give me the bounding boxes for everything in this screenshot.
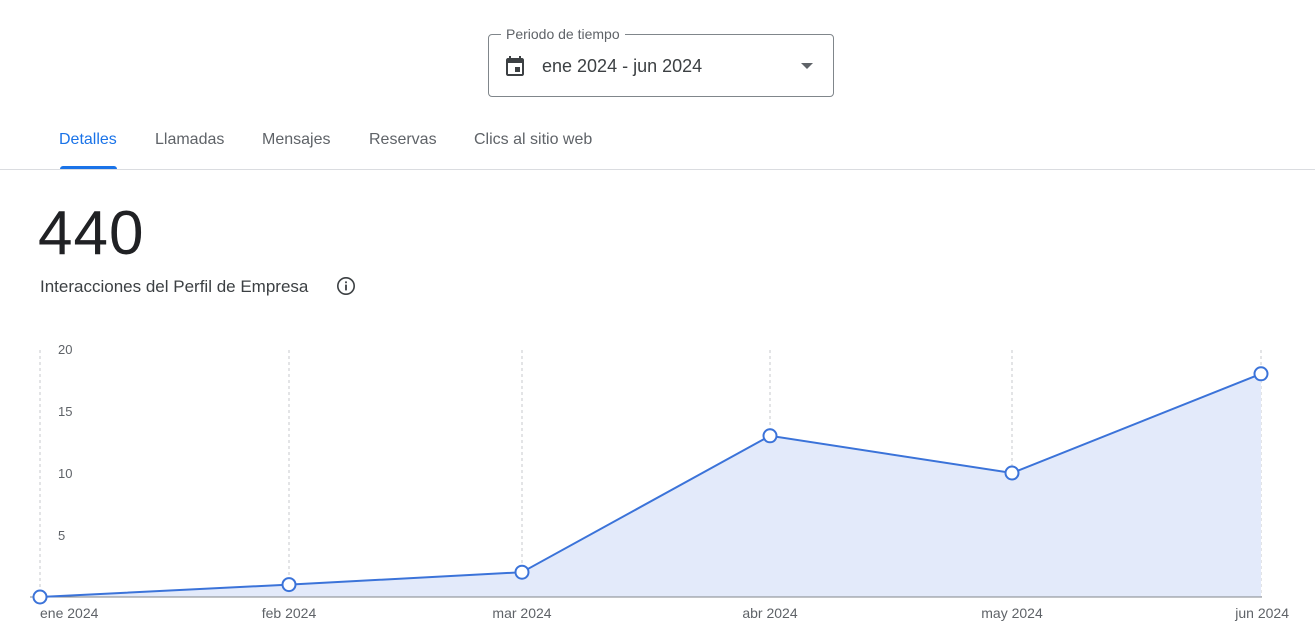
tab-clics-sitio-web[interactable]: Clics al sitio web bbox=[474, 130, 592, 150]
insights-page: Periodo de tiempo ene 2024 - jun 2024 De… bbox=[0, 0, 1315, 633]
x-tick-label: mar 2024 bbox=[492, 605, 551, 621]
x-tick-label: ene 2024 bbox=[40, 605, 99, 621]
tab-llamadas[interactable]: Llamadas bbox=[155, 130, 224, 150]
metric-label: Interacciones del Perfil de Empresa bbox=[40, 277, 309, 296]
y-tick-label: 15 bbox=[58, 404, 72, 419]
x-tick-label: feb 2024 bbox=[262, 605, 317, 621]
data-point bbox=[32, 589, 48, 605]
period-selector[interactable]: Periodo de tiempo ene 2024 - jun 2024 bbox=[488, 26, 834, 97]
chevron-down-icon bbox=[801, 63, 813, 69]
total-interactions-value: 440 bbox=[38, 199, 145, 268]
active-tab-indicator bbox=[60, 166, 117, 169]
data-point bbox=[1004, 465, 1020, 481]
tab-mensajes[interactable]: Mensajes bbox=[262, 130, 330, 150]
tab-bar: Detalles Llamadas Mensajes Reservas Clic… bbox=[0, 112, 1315, 170]
data-point bbox=[281, 577, 297, 593]
info-icon[interactable] bbox=[336, 276, 356, 296]
period-selector-value: ene 2024 - jun 2024 bbox=[542, 56, 703, 76]
y-tick-label: 20 bbox=[58, 342, 72, 357]
tab-detalles[interactable]: Detalles bbox=[59, 130, 117, 150]
series-area bbox=[40, 373, 1261, 597]
tab-reservas[interactable]: Reservas bbox=[369, 130, 437, 150]
interactions-chart: 5 10 15 20 ene 2024 feb 2024 mar 2024 abr 2024 m… bbox=[30, 342, 1289, 621]
x-tick-label: jun 2024 bbox=[1234, 605, 1289, 621]
data-point bbox=[1253, 366, 1269, 382]
x-tick-label: abr 2024 bbox=[742, 605, 797, 621]
data-point bbox=[514, 564, 530, 580]
calendar-icon bbox=[503, 54, 527, 78]
x-tick-label: may 2024 bbox=[981, 605, 1043, 621]
y-tick-label: 10 bbox=[58, 466, 72, 481]
period-selector-label: Periodo de tiempo bbox=[501, 26, 625, 42]
y-tick-label: 5 bbox=[58, 528, 65, 543]
data-point bbox=[762, 428, 778, 444]
